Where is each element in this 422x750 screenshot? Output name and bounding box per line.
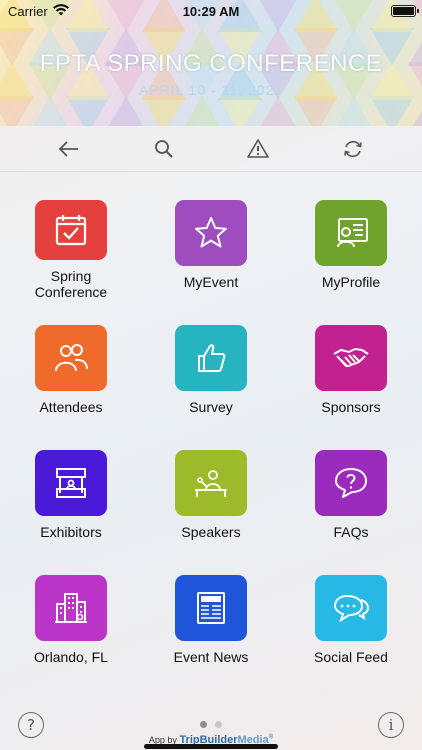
refresh-button[interactable]: [333, 129, 373, 169]
star-icon: [175, 200, 247, 266]
banner-pattern-shape: [66, 96, 110, 126]
menu-tile-myprofile[interactable]: MyProfile: [281, 200, 421, 300]
wifi-icon: [52, 3, 69, 19]
toolbar: [0, 126, 422, 172]
info-icon: i: [388, 716, 394, 734]
menu-tile-label: MyEvent: [183, 274, 239, 290]
booth-icon: [35, 450, 107, 516]
banner-pattern-shape: [0, 96, 34, 126]
page-dot: [215, 721, 222, 728]
menu-tile-attendees[interactable]: Attendees: [1, 325, 141, 425]
menu-tile-label: Survey: [189, 399, 233, 415]
menu-tile-label: Sponsors: [321, 399, 381, 415]
alerts-button[interactable]: [238, 129, 278, 169]
banner-pattern-shape: [370, 96, 414, 126]
menu-tile-spring-conference[interactable]: Spring Conference: [1, 200, 141, 300]
back-arrow-icon: [58, 140, 79, 157]
menu-tile-event-news[interactable]: Event News: [141, 575, 281, 675]
banner-pattern-shape: [332, 96, 376, 126]
handshake-icon: [315, 325, 387, 391]
menu-tile-faqs[interactable]: FAQs: [281, 450, 421, 550]
banner-pattern-shape: [294, 96, 338, 126]
speaker-icon: [175, 450, 247, 516]
battery-icon: [391, 5, 419, 17]
city-icon: [35, 575, 107, 641]
menu-tile-social-feed[interactable]: Social Feed: [281, 575, 421, 675]
home-indicator: [144, 744, 278, 749]
banner-pattern-shape: [104, 96, 148, 126]
banner-pattern-shape: [218, 96, 262, 126]
search-button[interactable]: [144, 129, 184, 169]
menu-tile-label: Attendees: [39, 399, 103, 415]
menu-tile-myevent[interactable]: MyEvent: [141, 200, 281, 300]
menu-tile-label: FAQs: [333, 524, 369, 540]
calendar-check-icon: [35, 200, 107, 260]
carrier-label: Carrier: [8, 3, 48, 19]
search-icon: [154, 139, 173, 158]
menu-tile-label: Speakers: [181, 524, 241, 540]
menu-tile-label: Spring Conference: [34, 268, 108, 300]
thumbs-up-icon: [175, 325, 247, 391]
trademark-mark: ®: [268, 734, 274, 741]
banner-pattern-shape: [256, 96, 300, 126]
profile-card-icon: [315, 200, 387, 266]
newspaper-icon: [175, 575, 247, 641]
banner-pattern-shape: [28, 96, 72, 126]
menu-tile-label: Event News: [173, 649, 249, 665]
banner-title: FPTA SPRING CONFERENCE: [39, 50, 383, 77]
banner-pattern-shape: [180, 96, 224, 126]
menu-tile-label: Orlando, FL: [34, 649, 108, 665]
menu-tile-survey[interactable]: Survey: [141, 325, 281, 425]
banner-date: APRIL 10 - 11, 2021: [138, 82, 284, 98]
menu-grid: Spring Conference MyEvent MyProfile Attende…: [0, 200, 422, 675]
menu-tile-label: MyProfile: [321, 274, 381, 290]
page-indicator[interactable]: [0, 721, 422, 728]
refresh-icon: [343, 140, 362, 157]
menu-tile-label: Exhibitors: [40, 524, 102, 540]
status-bar: Carrier 10:29 AM: [0, 0, 422, 22]
menu-tile-speakers[interactable]: Speakers: [141, 450, 281, 550]
menu-tile-exhibitors[interactable]: Exhibitors: [1, 450, 141, 550]
menu-tile-label: Social Feed: [314, 649, 388, 665]
banner-pattern-shape: [142, 96, 186, 126]
page-dot-active: [200, 721, 207, 728]
back-button[interactable]: [49, 129, 89, 169]
warning-icon: [247, 138, 270, 158]
info-button[interactable]: i: [378, 712, 404, 738]
menu-tile-sponsors[interactable]: Sponsors: [281, 325, 421, 425]
chat-bubbles-icon: [315, 575, 387, 641]
question-bubble-icon: [315, 450, 387, 516]
people-icon: [35, 325, 107, 391]
menu-tile-orlando-fl[interactable]: Orlando, FL: [1, 575, 141, 675]
